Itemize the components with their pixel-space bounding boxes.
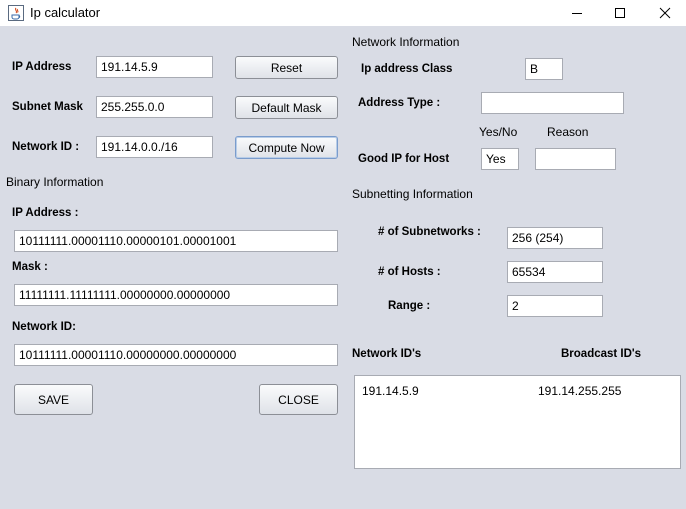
binary-ip-field[interactable]: 10111111.00001110.00000101.00001001: [14, 230, 338, 252]
hosts-label: # of Hosts :: [378, 266, 441, 278]
binary-ip-label: IP Address :: [12, 207, 79, 219]
maximize-button[interactable]: [597, 0, 643, 26]
list-item[interactable]: 191.14.5.9 191.14.255.255: [355, 376, 680, 406]
close-window-button[interactable]: [642, 0, 686, 26]
minimize-icon: [572, 13, 582, 14]
binary-mask-label: Mask :: [12, 261, 48, 273]
good-ip-field[interactable]: Yes: [481, 148, 519, 170]
network-id-cell: 191.14.5.9: [362, 384, 419, 398]
ids-list[interactable]: 191.14.5.9 191.14.255.255: [354, 375, 681, 469]
address-type-field[interactable]: [481, 92, 624, 114]
compute-now-button[interactable]: Compute Now: [235, 136, 338, 159]
close-icon: [659, 7, 671, 19]
default-mask-button[interactable]: Default Mask: [235, 96, 338, 119]
maximize-icon: [615, 8, 625, 18]
window-title: Ip calculator: [30, 5, 101, 20]
title-bar: Ip calculator: [0, 0, 686, 26]
reset-button[interactable]: Reset: [235, 56, 338, 79]
close-button[interactable]: CLOSE: [259, 384, 338, 415]
broadcast-ids-header: Broadcast ID's: [561, 348, 642, 360]
subnetworks-field[interactable]: 256 (254): [507, 227, 603, 249]
ip-address-input[interactable]: 191.14.5.9: [96, 56, 213, 78]
address-class-field[interactable]: B: [525, 58, 563, 80]
binary-netid-field[interactable]: 10111111.00001110.00000000.00000000: [14, 344, 338, 366]
ip-address-label: IP Address: [12, 61, 72, 73]
address-type-label: Address Type :: [358, 97, 441, 109]
subnetting-info-heading: Subnetting Information: [352, 187, 473, 201]
network-info-heading: Network Information: [352, 35, 460, 49]
minimize-button[interactable]: [554, 0, 600, 26]
range-field[interactable]: 2: [507, 295, 603, 317]
address-class-label: Ip address Class: [361, 63, 453, 75]
binary-info-heading: Binary Information: [6, 175, 104, 189]
yes-no-header: Yes/No: [479, 125, 518, 139]
subnet-mask-input[interactable]: 255.255.0.0: [96, 96, 213, 118]
save-button[interactable]: SAVE: [14, 384, 93, 415]
binary-mask-field[interactable]: 11111111.11111111.00000000.00000000: [14, 284, 338, 306]
good-ip-label: Good IP for Host: [358, 153, 450, 165]
broadcast-id-cell: 191.14.255.255: [538, 384, 622, 398]
reason-header: Reason: [547, 125, 589, 139]
reason-field[interactable]: [535, 148, 616, 170]
network-id-input[interactable]: 191.14.0.0./16: [96, 136, 213, 158]
java-app-icon: [8, 5, 24, 21]
binary-netid-label: Network ID:: [12, 321, 76, 333]
hosts-field[interactable]: 65534: [507, 261, 603, 283]
network-ids-header: Network ID's: [352, 348, 422, 360]
subnet-mask-label: Subnet Mask: [12, 101, 83, 113]
subnetworks-label: # of Subnetworks :: [378, 226, 481, 238]
range-label: Range :: [388, 300, 431, 312]
network-id-label: Network ID :: [12, 141, 80, 153]
